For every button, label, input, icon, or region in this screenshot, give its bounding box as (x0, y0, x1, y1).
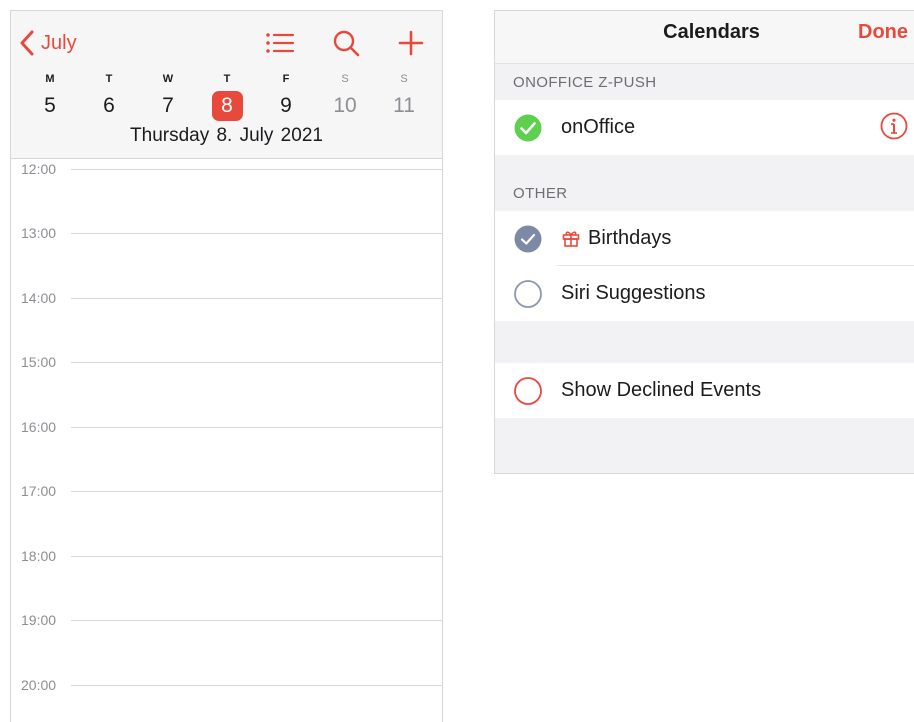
hour-divider (71, 298, 442, 299)
hour-divider (71, 556, 442, 557)
week-day-sat[interactable]: S 10 (325, 71, 365, 127)
calendar-row-onoffice[interactable]: onOffice (495, 100, 914, 155)
hour-label: 12:00 (21, 161, 57, 177)
weekday-letter: T (105, 73, 113, 85)
weekday-letter: W (162, 73, 174, 85)
hour-label: 13:00 (21, 225, 57, 241)
calendar-row-birthdays[interactable]: Birthdays (495, 211, 914, 266)
hour-row: 20:00 (11, 675, 442, 695)
hour-divider (71, 491, 442, 492)
weekday-letter: S (400, 73, 408, 85)
calendar-label: Birthdays (588, 227, 672, 249)
hour-divider (71, 620, 442, 621)
hour-divider (71, 362, 442, 363)
calendar-label: Siri Suggestions (561, 282, 706, 304)
done-button[interactable]: Done (858, 11, 908, 53)
section-header-account: ONOFFICE Z-PUSH (513, 74, 657, 91)
search-icon[interactable] (331, 29, 363, 57)
week-day-mon[interactable]: M 5 (30, 71, 70, 127)
week-day-wed[interactable]: W 7 (148, 71, 188, 127)
section-header-other: OTHER (513, 185, 568, 202)
add-icon[interactable] (395, 29, 427, 57)
hour-row: 13:00 (11, 223, 442, 243)
calendar-row-siri-suggestions[interactable]: Siri Suggestions (495, 266, 914, 321)
hour-label: 14:00 (21, 290, 57, 306)
hour-label: 20:00 (21, 677, 57, 693)
hour-row: 15:00 (11, 352, 442, 372)
calendars-title: Calendars (663, 21, 760, 43)
gift-icon (561, 228, 581, 248)
day-number: 11 (393, 94, 415, 117)
hour-row: 12:00 (11, 159, 442, 179)
chevron-left-icon (19, 30, 35, 56)
hour-label: 15:00 (21, 354, 57, 370)
day-header: July M 5 T 6 W 7 T 8 F 9 S 10 S 11 Thurs… (11, 11, 442, 159)
hour-row: 18:00 (11, 546, 442, 566)
hour-row: 19:00 (11, 610, 442, 630)
back-label: July (41, 31, 77, 54)
hour-divider (71, 169, 442, 170)
weekday-letter: T (223, 73, 231, 85)
info-icon[interactable] (880, 112, 908, 140)
calendars-nav-bar: Calendars Done (495, 11, 914, 64)
empty-circle-icon[interactable] (513, 279, 543, 309)
selected-day-number: 8 (211, 91, 243, 121)
list-icon[interactable] (264, 29, 296, 57)
checkmark-circle-icon[interactable] (513, 224, 543, 254)
day-number: 10 (333, 94, 357, 117)
show-declined-label: Show Declined Events (561, 379, 762, 401)
empty-circle-icon[interactable] (513, 376, 543, 406)
hour-divider (71, 685, 442, 686)
week-day-sun[interactable]: S 11 (384, 71, 424, 127)
hour-row: 17:00 (11, 481, 442, 501)
day-timeline[interactable]: 12:00 13:00 14:00 15:00 16:00 17:00 18:0… (11, 159, 442, 722)
day-number: 5 (44, 94, 56, 117)
day-number: 7 (162, 94, 174, 117)
week-day-tue[interactable]: T 6 (89, 71, 129, 127)
hour-divider (71, 427, 442, 428)
hour-row: 14:00 (11, 288, 442, 308)
day-number: 6 (103, 94, 115, 117)
weekday-letter: S (341, 73, 349, 85)
week-strip: M 5 T 6 W 7 T 8 F 9 S 10 S 11 (11, 71, 442, 127)
hour-label: 16:00 (21, 419, 57, 435)
day-number: 9 (280, 94, 292, 117)
weekday-letter: M (45, 73, 55, 85)
calendar-label: onOffice (561, 116, 636, 138)
week-day-fri[interactable]: F 9 (266, 71, 306, 127)
calendars-panel: Calendars Done ONOFFICE Z-PUSH onOffice … (494, 10, 914, 474)
week-day-thu[interactable]: T 8 (207, 71, 247, 127)
show-declined-events-row[interactable]: Show Declined Events (495, 363, 914, 418)
hour-label: 18:00 (21, 548, 57, 564)
hour-divider (71, 233, 442, 234)
day-view-panel: July M 5 T 6 W 7 T 8 F 9 S 10 S 11 Thurs… (10, 10, 443, 722)
hour-label: 17:00 (21, 483, 57, 499)
weekday-letter: F (282, 73, 290, 85)
back-to-month-button[interactable]: July (19, 29, 77, 57)
checkmark-circle-icon[interactable] (513, 113, 543, 143)
selected-date-label: Thursday 8. July 2021 (130, 125, 323, 146)
hour-row: 16:00 (11, 417, 442, 437)
hour-label: 19:00 (21, 612, 57, 628)
